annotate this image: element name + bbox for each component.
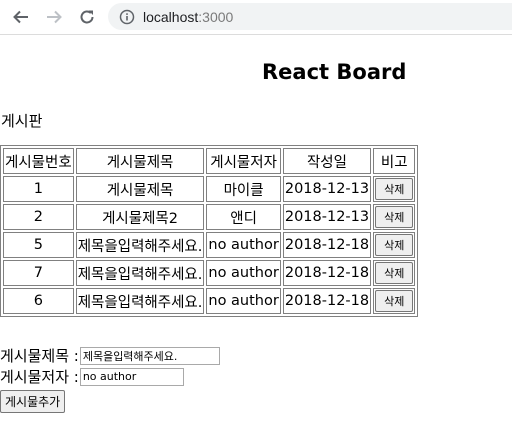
- header-title: 게시물제목: [75, 148, 205, 174]
- title-row: 게시물제목 :: [0, 345, 220, 366]
- author-input[interactable]: [79, 367, 184, 386]
- title-label: 게시물제목 :: [0, 347, 79, 365]
- title-input[interactable]: [79, 346, 220, 365]
- reload-icon[interactable]: [76, 6, 98, 28]
- cell-author: 마이클: [206, 176, 281, 202]
- delete-button[interactable]: 삭제: [375, 290, 414, 312]
- forward-arrow-icon[interactable]: [43, 6, 65, 28]
- cell-no: 2: [3, 204, 74, 230]
- header-author: 게시물저자: [206, 148, 281, 174]
- table-row: 5 제목을입력해주세요. no author 2018-12-18 삭제: [3, 232, 416, 258]
- table-row: 1 게시물제목 마이클 2018-12-13 삭제: [3, 176, 416, 202]
- cell-date: 2018-12-18: [282, 260, 372, 286]
- cell-no: 1: [3, 176, 74, 202]
- cell-author: no author: [206, 232, 281, 258]
- header-no: 게시물번호: [3, 148, 74, 174]
- cell-title: 제목을입력해주세요.: [75, 260, 205, 286]
- url-host: localhost: [143, 8, 199, 25]
- add-post-button[interactable]: 게시물추가: [0, 390, 66, 413]
- cell-action: 삭제: [373, 232, 416, 258]
- cell-title: 게시물제목: [75, 176, 205, 202]
- info-icon[interactable]: [119, 9, 135, 25]
- delete-button[interactable]: 삭제: [375, 262, 414, 284]
- table-row: 7 제목을입력해주세요. no author 2018-12-18 삭제: [3, 260, 416, 286]
- cell-author: 앤디: [206, 204, 281, 230]
- delete-button[interactable]: 삭제: [375, 234, 414, 256]
- cell-action: 삭제: [373, 176, 416, 202]
- cell-date: 2018-12-13: [282, 204, 372, 230]
- cell-title: 제목을입력해주세요.: [75, 232, 205, 258]
- table-row: 2 게시물제목2 앤디 2018-12-13 삭제: [3, 204, 416, 230]
- delete-button[interactable]: 삭제: [375, 206, 414, 228]
- board-table: 게시물번호 게시물제목 게시물저자 작성일 비고 1 게시물제목 마이클 201…: [0, 145, 419, 317]
- cell-date: 2018-12-18: [282, 232, 372, 258]
- header-note: 비고: [373, 148, 416, 174]
- cell-no: 5: [3, 232, 74, 258]
- table-row: 6 제목을입력해주세요. no author 2018-12-18 삭제: [3, 288, 416, 314]
- author-row: 게시물저자 :: [0, 366, 220, 387]
- author-label: 게시물저자 :: [0, 368, 79, 386]
- cell-title: 게시물제목2: [75, 204, 205, 230]
- add-post-form: 게시물제목 : 게시물저자 : 게시물추가: [0, 345, 220, 413]
- cell-action: 삭제: [373, 204, 416, 230]
- url-port: :3000: [198, 8, 234, 25]
- cell-date: 2018-12-18: [282, 288, 372, 314]
- header-date: 작성일: [282, 148, 372, 174]
- back-arrow-icon[interactable]: [10, 6, 32, 28]
- cell-action: 삭제: [373, 260, 416, 286]
- address-bar[interactable]: localhost:3000: [108, 3, 512, 30]
- section-label: 게시판: [1, 112, 43, 130]
- cell-date: 2018-12-13: [282, 176, 372, 202]
- table-header-row: 게시물번호 게시물제목 게시물저자 작성일 비고: [3, 148, 416, 174]
- url-text[interactable]: localhost:3000: [143, 9, 233, 25]
- cell-no: 7: [3, 260, 74, 286]
- cell-author: no author: [206, 260, 281, 286]
- cell-action: 삭제: [373, 288, 416, 314]
- cell-no: 6: [3, 288, 74, 314]
- cell-title: 제목을입력해주세요.: [75, 288, 205, 314]
- delete-button[interactable]: 삭제: [375, 178, 414, 200]
- page-title: React Board: [262, 60, 407, 84]
- cell-author: no author: [206, 288, 281, 314]
- browser-toolbar: localhost:3000: [0, 0, 512, 35]
